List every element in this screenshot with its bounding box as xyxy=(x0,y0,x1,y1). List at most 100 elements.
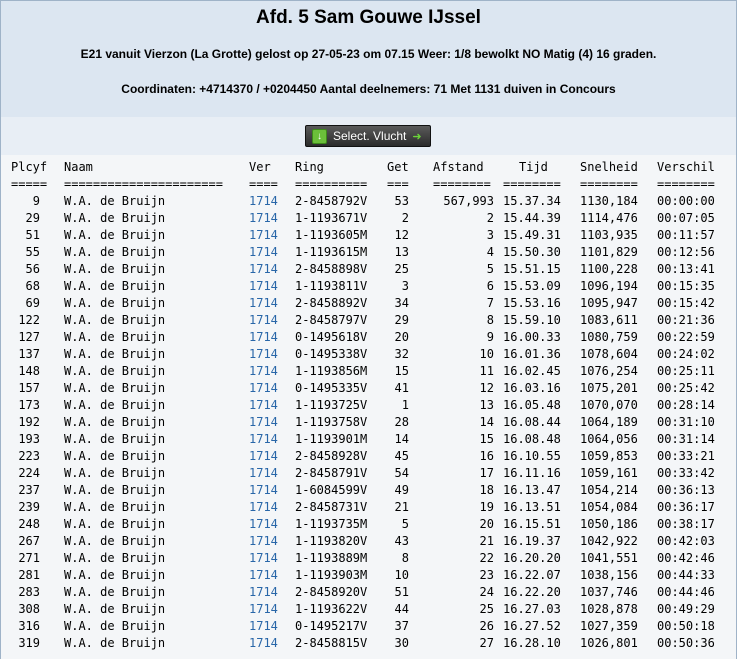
cell-ver[interactable]: 1714 xyxy=(249,448,278,465)
cell-ver[interactable]: 1714 xyxy=(249,329,278,346)
cell-tijd: 15.37.34 xyxy=(503,194,561,208)
cell-verschil: 00:44:46 xyxy=(657,585,715,599)
cell-ver[interactable]: 1714 xyxy=(249,244,278,261)
sep-snelheid: ======== xyxy=(580,177,638,191)
coordinates-info: Coordinaten: +4714370 / +0204450 Aantal … xyxy=(121,82,616,96)
cell-ver[interactable]: 1714 xyxy=(249,516,278,533)
cell-ver[interactable]: 1714 xyxy=(249,550,278,567)
cell-tijd: 16.20.20 xyxy=(503,551,561,565)
cell-ring: 1-1193901M xyxy=(295,432,368,446)
cell-get: 49 xyxy=(394,483,409,497)
cell-snelheid: 1054,214 xyxy=(580,483,638,497)
cell-tijd: 16.02.45 xyxy=(503,364,561,378)
cell-ver[interactable]: 1714 xyxy=(249,380,278,397)
cell-ring: 1-1193622V xyxy=(295,602,368,616)
cell-ver[interactable]: 1714 xyxy=(249,312,278,329)
cell-plcyf: 51 xyxy=(25,228,40,242)
cell-ver[interactable]: 1714 xyxy=(249,431,278,448)
table-row: 56 W.A. de Bruijn 1714 2-8458898V 25 5 15.51.1… xyxy=(1,261,736,278)
cell-afstand: 3 xyxy=(486,228,494,242)
select-flight-button[interactable]: ↓ Select. Vlucht ➜ xyxy=(305,125,431,147)
cell-ver[interactable]: 1714 xyxy=(249,278,278,295)
cell-ver[interactable]: 1714 xyxy=(249,465,278,482)
cell-afstand: 15 xyxy=(479,432,494,446)
cell-plcyf: 122 xyxy=(18,313,40,327)
table-row: 271 W.A. de Bruijn 1714 1-1193889M 8 22 16.20.… xyxy=(1,550,736,567)
cell-ver[interactable]: 1714 xyxy=(249,533,278,550)
cell-afstand: 10 xyxy=(479,347,494,361)
cell-ring: 1-6084599V xyxy=(295,483,368,497)
cell-ver[interactable]: 1714 xyxy=(249,193,278,210)
cell-afstand: 13 xyxy=(479,398,494,412)
cell-plcyf: 237 xyxy=(18,483,40,497)
cell-naam: W.A. de Bruijn xyxy=(64,585,166,599)
cell-naam: W.A. de Bruijn xyxy=(64,517,166,531)
table-row: 192 W.A. de Bruijn 1714 1-1193758V 28 14 16.08… xyxy=(1,414,736,431)
cell-snelheid: 1083,611 xyxy=(580,313,638,327)
cell-ring: 2-8458797V xyxy=(295,313,368,327)
col-ver: Ver xyxy=(249,160,271,174)
cell-ver[interactable]: 1714 xyxy=(249,499,278,516)
cell-plcyf: 69 xyxy=(25,296,40,310)
cell-afstand: 25 xyxy=(479,602,494,616)
cell-ver[interactable]: 1714 xyxy=(249,346,278,363)
cell-ring: 1-1193820V xyxy=(295,534,368,548)
table-row: 55 W.A. de Bruijn 1714 1-1193615M 13 4 15.50.3… xyxy=(1,244,736,261)
cell-tijd: 16.28.10 xyxy=(503,636,561,650)
cell-get: 53 xyxy=(394,194,409,208)
cell-afstand: 19 xyxy=(479,500,494,514)
cell-get: 51 xyxy=(394,585,409,599)
cell-get: 41 xyxy=(394,381,409,395)
cell-ver[interactable]: 1714 xyxy=(249,414,278,431)
cell-ver[interactable]: 1714 xyxy=(249,482,278,499)
cell-tijd: 16.22.07 xyxy=(503,568,561,582)
cell-ring: 0-1495338V xyxy=(295,347,368,361)
cell-ver[interactable]: 1714 xyxy=(249,210,278,227)
cell-tijd: 16.01.36 xyxy=(503,347,561,361)
cell-ring: 1-1193671V xyxy=(295,211,368,225)
page-header: Afd. 5 Sam Gouwe IJssel E21 vanuit Vierz… xyxy=(0,0,737,118)
cell-ring: 1-1193735M xyxy=(295,517,368,531)
cell-afstand: 8 xyxy=(486,313,494,327)
cell-ver[interactable]: 1714 xyxy=(249,295,278,312)
cell-afstand: 22 xyxy=(479,551,494,565)
cell-tijd: 16.11.16 xyxy=(503,466,561,480)
cell-ver[interactable]: 1714 xyxy=(249,601,278,618)
cell-tijd: 16.19.37 xyxy=(503,534,561,548)
cell-ver[interactable]: 1714 xyxy=(249,261,278,278)
table-row: 51 W.A. de Bruijn 1714 1-1193605M 12 3 15.49.3… xyxy=(1,227,736,244)
cell-verschil: 00:25:11 xyxy=(657,364,715,378)
cell-naam: W.A. de Bruijn xyxy=(64,211,166,225)
cell-tijd: 16.08.44 xyxy=(503,415,561,429)
cell-verschil: 00:07:05 xyxy=(657,211,715,225)
cell-tijd: 15.44.39 xyxy=(503,211,561,225)
cell-ver[interactable]: 1714 xyxy=(249,618,278,635)
cell-snelheid: 1080,759 xyxy=(580,330,638,344)
cell-naam: W.A. de Bruijn xyxy=(64,296,166,310)
cell-ring: 2-8458898V xyxy=(295,262,368,276)
cell-verschil: 00:42:46 xyxy=(657,551,715,565)
cell-plcyf: 9 xyxy=(32,194,40,208)
cell-plcyf: 308 xyxy=(18,602,40,616)
results-table: Plcyf Naam Ver Ring Get Afstand Tijd Sne… xyxy=(0,155,737,659)
cell-naam: W.A. de Bruijn xyxy=(64,449,166,463)
col-naam: Naam xyxy=(64,160,93,174)
select-flight-label: Select. Vlucht xyxy=(333,129,407,143)
cell-verschil: 00:36:17 xyxy=(657,500,715,514)
cell-ver[interactable]: 1714 xyxy=(249,363,278,380)
cell-snelheid: 1101,829 xyxy=(580,245,638,259)
cell-plcyf: 239 xyxy=(18,500,40,514)
table-row: 137 W.A. de Bruijn 1714 0-1495338V 32 10 16.01… xyxy=(1,346,736,363)
cell-afstand: 14 xyxy=(479,415,494,429)
cell-ver[interactable]: 1714 xyxy=(249,397,278,414)
cell-ring: 2-8458815V xyxy=(295,636,368,650)
cell-naam: W.A. de Bruijn xyxy=(64,279,166,293)
cell-ver[interactable]: 1714 xyxy=(249,635,278,652)
cell-snelheid: 1096,194 xyxy=(580,279,638,293)
cell-ver[interactable]: 1714 xyxy=(249,567,278,584)
cell-snelheid: 1064,056 xyxy=(580,432,638,446)
cell-naam: W.A. de Bruijn xyxy=(64,551,166,565)
cell-verschil: 00:00:00 xyxy=(657,194,715,208)
cell-ver[interactable]: 1714 xyxy=(249,227,278,244)
cell-ver[interactable]: 1714 xyxy=(249,584,278,601)
